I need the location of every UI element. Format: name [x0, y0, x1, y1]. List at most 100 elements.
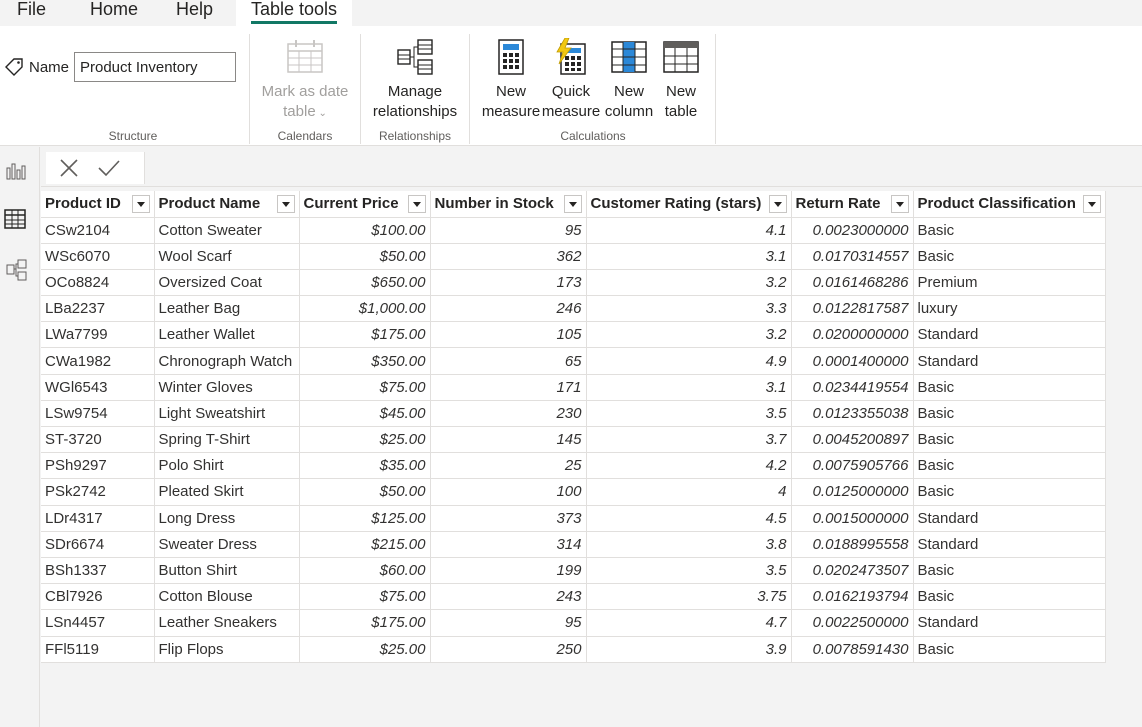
table-cell[interactable]: $50.00 — [299, 243, 431, 270]
table-cell[interactable]: Light Sweatshirt — [154, 400, 300, 428]
column-header-return-rate[interactable]: Return Rate — [791, 191, 914, 218]
table-cell[interactable]: Leather Wallet — [154, 321, 300, 349]
table-cell[interactable]: Leather Bag — [154, 295, 300, 323]
table-cell[interactable]: Chronograph Watch — [154, 347, 300, 375]
table-cell[interactable]: Long Dress — [154, 505, 300, 532]
table-cell[interactable]: WSc6070 — [41, 243, 155, 270]
table-cell[interactable]: LSn4457 — [41, 609, 155, 637]
table-cell[interactable]: 105 — [430, 321, 587, 349]
report-view-icon[interactable] — [5, 160, 27, 182]
table-view-icon[interactable] — [4, 208, 26, 230]
table-cell[interactable]: Pleated Skirt — [154, 478, 300, 506]
table-cell[interactable]: Standard — [913, 321, 1106, 349]
table-cell[interactable]: $45.00 — [299, 400, 431, 428]
table-cell[interactable]: Spring T-Shirt — [154, 426, 300, 454]
table-cell[interactable]: $50.00 — [299, 478, 431, 506]
table-cell[interactable]: 373 — [430, 505, 587, 532]
filter-dropdown-icon[interactable] — [890, 195, 909, 213]
table-cell[interactable]: 4.5 — [586, 505, 792, 532]
table-cell[interactable]: $350.00 — [299, 347, 431, 375]
table-cell[interactable]: Standard — [913, 347, 1106, 375]
table-cell[interactable]: 0.0075905766 — [791, 452, 914, 480]
table-cell[interactable]: 3.75 — [586, 583, 792, 611]
table-cell[interactable]: 3.7 — [586, 426, 792, 454]
check-icon[interactable] — [97, 158, 121, 178]
table-cell[interactable]: 0.0001400000 — [791, 347, 914, 375]
mark-as-date-table-button[interactable]: Mark as date table ⌄ — [252, 38, 358, 124]
table-cell[interactable]: Flip Flops — [154, 636, 300, 663]
filter-dropdown-icon[interactable] — [563, 195, 582, 213]
table-cell[interactable]: SDr6674 — [41, 531, 155, 558]
table-cell[interactable]: 173 — [430, 269, 587, 297]
table-cell[interactable]: 0.0078591430 — [791, 636, 914, 663]
table-cell[interactable]: FFl5119 — [41, 636, 155, 663]
table-cell[interactable]: 4.7 — [586, 609, 792, 637]
table-cell[interactable]: $100.00 — [299, 217, 431, 244]
manage-relationships-button[interactable]: Manage relationships — [362, 38, 468, 122]
model-view-icon[interactable] — [5, 259, 27, 281]
table-cell[interactable]: PSh9297 — [41, 452, 155, 480]
table-cell[interactable]: $1,000.00 — [299, 295, 431, 323]
table-cell[interactable]: Basic — [913, 583, 1106, 611]
new-table-button[interactable]: New table — [656, 38, 706, 122]
table-cell[interactable]: 230 — [430, 400, 587, 428]
table-cell[interactable]: ST-3720 — [41, 426, 155, 454]
table-cell[interactable]: 250 — [430, 636, 587, 663]
table-cell[interactable]: Basic — [913, 400, 1106, 428]
table-cell[interactable]: Wool Scarf — [154, 243, 300, 270]
table-cell[interactable]: Premium — [913, 269, 1106, 297]
table-cell[interactable]: LWa7799 — [41, 321, 155, 349]
table-cell[interactable]: Cotton Sweater — [154, 217, 300, 244]
filter-dropdown-icon[interactable] — [768, 195, 787, 213]
table-cell[interactable]: 4.1 — [586, 217, 792, 244]
table-cell[interactable]: OCo8824 — [41, 269, 155, 297]
table-cell[interactable]: 95 — [430, 217, 587, 244]
close-icon[interactable] — [59, 158, 79, 178]
new-column-button[interactable]: New column — [600, 38, 658, 122]
column-header-product-id[interactable]: Product ID — [41, 191, 155, 218]
table-cell[interactable]: 4 — [586, 478, 792, 506]
table-cell[interactable]: 3.2 — [586, 321, 792, 349]
table-cell[interactable]: 0.0045200897 — [791, 426, 914, 454]
table-cell[interactable]: luxury — [913, 295, 1106, 323]
table-cell[interactable]: 171 — [430, 374, 587, 401]
table-cell[interactable]: 246 — [430, 295, 587, 323]
table-cell[interactable]: $75.00 — [299, 583, 431, 611]
tab-file[interactable]: File — [17, 0, 46, 26]
table-cell[interactable]: 0.0123355038 — [791, 400, 914, 428]
tab-table-tools[interactable]: Table tools — [236, 0, 353, 26]
filter-dropdown-icon[interactable] — [276, 195, 295, 213]
filter-dropdown-icon[interactable] — [131, 195, 150, 213]
table-cell[interactable]: 3.8 — [586, 531, 792, 558]
table-cell[interactable]: 0.0161468286 — [791, 269, 914, 297]
table-cell[interactable]: 3.5 — [586, 400, 792, 428]
table-cell[interactable]: 0.0162193794 — [791, 583, 914, 611]
table-cell[interactable]: 199 — [430, 557, 587, 585]
table-cell[interactable]: Basic — [913, 478, 1106, 506]
table-cell[interactable]: LBa2237 — [41, 295, 155, 323]
new-measure-button[interactable]: New measure — [480, 38, 542, 122]
tab-help[interactable]: Help — [176, 0, 213, 26]
table-cell[interactable]: $60.00 — [299, 557, 431, 585]
table-cell[interactable]: 314 — [430, 531, 587, 558]
table-cell[interactable]: Standard — [913, 505, 1106, 532]
table-cell[interactable]: 0.0202473507 — [791, 557, 914, 585]
table-cell[interactable]: $175.00 — [299, 609, 431, 637]
table-cell[interactable]: Oversized Coat — [154, 269, 300, 297]
table-cell[interactable]: 4.2 — [586, 452, 792, 480]
table-cell[interactable]: LDr4317 — [41, 505, 155, 532]
table-cell[interactable]: 3.9 — [586, 636, 792, 663]
table-cell[interactable]: 3.2 — [586, 269, 792, 297]
table-cell[interactable]: Button Shirt — [154, 557, 300, 585]
table-cell[interactable]: Basic — [913, 217, 1106, 244]
column-header-customer-rating[interactable]: Customer Rating (stars) — [586, 191, 792, 218]
table-cell[interactable]: Basic — [913, 243, 1106, 270]
table-cell[interactable]: Basic — [913, 557, 1106, 585]
table-cell[interactable]: 4.9 — [586, 347, 792, 375]
table-cell[interactable]: $35.00 — [299, 452, 431, 480]
table-cell[interactable]: PSk2742 — [41, 478, 155, 506]
table-cell[interactable]: 0.0122817587 — [791, 295, 914, 323]
table-cell[interactable]: 0.0234419554 — [791, 374, 914, 401]
column-header-product-name[interactable]: Product Name — [154, 191, 300, 218]
filter-dropdown-icon[interactable] — [1082, 195, 1101, 213]
